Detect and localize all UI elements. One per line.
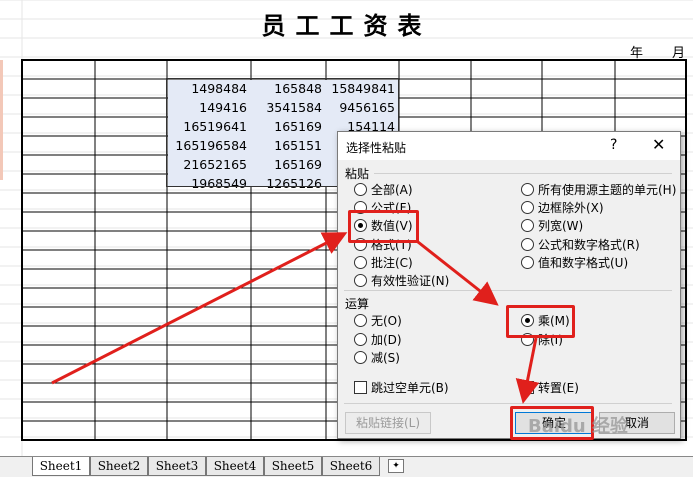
paste-link-button[interactable]: 粘贴链接(L) (345, 412, 431, 434)
radio-icon (354, 332, 367, 346)
sheet-tab[interactable]: Sheet1 (32, 457, 90, 476)
dialog-title-bar: 选择性粘贴 ? ✕ (338, 132, 680, 160)
help-icon[interactable]: ? (610, 137, 617, 153)
sheet-title: 员工工资表 (261, 11, 432, 40)
radio-icon (521, 201, 534, 215)
sheet-tab[interactable]: Sheet5 (264, 457, 322, 476)
sheet-tab-bar: Sheet1 Sheet2 Sheet3 Sheet4 Sheet5 Sheet6 ✦ (0, 456, 693, 477)
operation-radio[interactable]: 无(O) (354, 313, 402, 329)
radio-icon (521, 332, 534, 346)
transpose-checkbox[interactable]: 转置(E) (521, 380, 579, 396)
sheet-tab[interactable]: Sheet4 (206, 457, 264, 476)
divider (344, 403, 672, 404)
radio-icon (521, 183, 534, 196)
checkbox-icon (521, 381, 534, 394)
paste-option-radio[interactable]: 格式(T) (354, 237, 412, 253)
operation-radio[interactable]: 加(D) (354, 332, 402, 348)
paste-option-radio[interactable]: 边框除外(X) (521, 200, 604, 216)
radio-icon (521, 219, 534, 233)
year-label: 年 (630, 46, 644, 61)
radio-icon (521, 237, 534, 251)
operation-radio[interactable]: 减(S) (354, 350, 400, 366)
radio-icon (354, 351, 367, 364)
month-label: 月 (672, 46, 686, 61)
operation-radio[interactable]: 乘(M) (521, 313, 570, 329)
paste-option-radio[interactable]: 公式(F) (354, 200, 411, 216)
radio-icon (354, 237, 367, 251)
paste-option-radio[interactable]: 批注(C) (354, 255, 413, 271)
paste-option-radio[interactable]: 列宽(W) (521, 218, 583, 234)
sheet-tab[interactable]: Sheet3 (148, 457, 206, 476)
radio-icon (354, 314, 367, 327)
radio-icon (354, 255, 367, 269)
close-icon[interactable]: ✕ (652, 135, 665, 154)
divider (344, 290, 672, 291)
checkbox-icon (354, 381, 367, 394)
paste-option-radio[interactable]: 有效性验证(N) (354, 273, 449, 289)
watermark: Baidu 经验 (528, 416, 629, 437)
operation-section-label: 运算 (345, 297, 370, 311)
radio-icon (521, 314, 534, 327)
radio-icon (521, 255, 534, 269)
radio-icon (354, 183, 367, 196)
paste-section-label: 粘贴 (345, 167, 370, 181)
operation-radio[interactable]: 除(I) (521, 332, 563, 348)
paste-option-radio[interactable]: 值和数字格式(U) (521, 255, 628, 271)
radio-icon (354, 219, 367, 233)
paste-special-dialog: 选择性粘贴 ? ✕ 粘贴 全部(A) 公式(F) 数值(V) 格式(T) 批注(C) 有效… (337, 131, 681, 439)
skip-blanks-checkbox[interactable]: 跳过空单元(B) (354, 380, 449, 396)
radio-icon (354, 274, 367, 287)
radio-icon (354, 201, 367, 215)
paste-option-radio[interactable]: 所有使用源主题的单元(H) (521, 182, 676, 198)
new-sheet-icon[interactable]: ✦ (388, 459, 404, 473)
paste-option-radio[interactable]: 公式和数字格式(R) (521, 237, 640, 253)
dialog-title: 选择性粘贴 (346, 141, 407, 155)
sheet-tab[interactable]: Sheet6 (322, 457, 380, 476)
paste-option-radio[interactable]: 全部(A) (354, 182, 413, 198)
divider (374, 173, 672, 174)
paste-option-radio[interactable]: 数值(V) (354, 218, 413, 234)
sheet-tab[interactable]: Sheet2 (90, 457, 148, 476)
